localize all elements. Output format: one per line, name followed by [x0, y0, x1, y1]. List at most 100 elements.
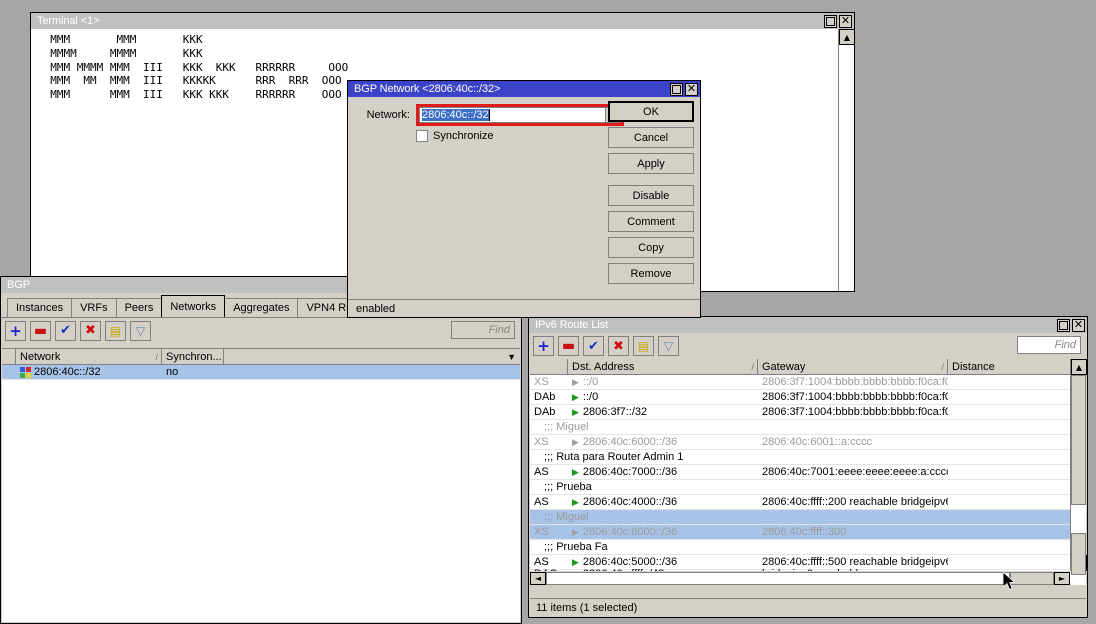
close-icon[interactable]: ✕ [1072, 319, 1085, 332]
find-input[interactable]: Find [1017, 336, 1081, 354]
col-network[interactable]: Network / [16, 349, 162, 364]
terminal-titlebar[interactable]: Terminal <1> ✕ [31, 13, 854, 29]
find-input[interactable]: Find [451, 321, 515, 339]
scroll-thumb-horizontal[interactable] [546, 572, 1010, 585]
col-synchronize[interactable]: Synchron... [162, 349, 224, 364]
comment-row[interactable]: ;;; Prueba [530, 480, 1070, 495]
col-menu[interactable]: ▼ [224, 349, 520, 364]
route-table-area[interactable]: Dst. Address / Gateway / Distance XS▶::/… [530, 359, 1086, 585]
comment-row[interactable]: ;;; Miguel [530, 510, 1070, 525]
desktop-background: Terminal <1> ✕ MMM MMM KKK MMMM MMMM KKK… [0, 0, 1096, 624]
scroll-thumb-lower[interactable] [1071, 533, 1086, 575]
close-icon[interactable]: ✕ [839, 15, 852, 28]
table-row[interactable]: XS▶2806:40c:6000::/362806:40c:6001::a:cc… [530, 435, 1070, 450]
filter-button[interactable]: ▽ [130, 321, 151, 341]
dialog-titlebar[interactable]: BGP Network <2806:40c::/32> ✕ [348, 81, 700, 97]
apply-button[interactable]: Apply [608, 153, 694, 174]
terminal-scrollbar[interactable]: ▲ [838, 29, 854, 291]
add-button[interactable]: + [533, 336, 554, 356]
comment-button[interactable]: Comment [608, 211, 694, 232]
disable-button[interactable]: Disable [608, 185, 694, 206]
scroll-left-icon[interactable]: ◄ [530, 572, 546, 585]
col-dst-address[interactable]: Dst. Address / [568, 359, 758, 374]
scroll-thumb[interactable] [1071, 375, 1086, 505]
table-row[interactable]: DAb▶2806:3f7::/322806:3f7:1004:bbbb:bbbb… [530, 405, 1070, 420]
table-row[interactable]: AS▶2806:40c:4000::/362806:40c:ffff::200 … [530, 495, 1070, 510]
bgp-network-dialog[interactable]: BGP Network <2806:40c::/32> ✕ Network: 2… [347, 80, 701, 318]
copy-button[interactable]: Copy [608, 237, 694, 258]
cancel-button[interactable]: Cancel [608, 127, 694, 148]
scroll-up-icon[interactable]: ▲ [839, 29, 855, 45]
comment-row[interactable]: ;;; Prueba Fa [530, 540, 1070, 555]
synchronize-checkbox[interactable] [416, 130, 428, 142]
remove-button[interactable]: ▬ [558, 336, 579, 356]
dialog-status-text: enabled [356, 303, 395, 315]
cell-dst-address: ▶::/0 [568, 391, 758, 403]
table-row[interactable]: AS▶2806:40c:7000::/362806:40c:7001:eeee:… [530, 465, 1070, 480]
table-header: Dst. Address / Gateway / Distance [530, 359, 1070, 375]
cell-dst-address: ▶2806:40c:4000::/36 [568, 496, 758, 508]
tab-aggregates[interactable]: Aggregates [224, 298, 298, 317]
filter-button[interactable]: ▽ [658, 336, 679, 356]
add-button[interactable]: + [5, 321, 26, 341]
bgp-networks-table[interactable]: Network / Synchron... ▼ 2806:40c::/32 [2, 348, 520, 622]
scroll-track[interactable] [1071, 375, 1086, 555]
comment-row[interactable]: ;;; Ruta para Router Admin 1 [530, 450, 1070, 465]
maximize-icon[interactable] [670, 83, 683, 96]
maximize-icon[interactable] [824, 15, 837, 28]
tab-networks[interactable]: Networks [161, 295, 225, 317]
route-expand-arrow-icon[interactable]: ▶ [572, 437, 579, 448]
dialog-title: BGP Network <2806:40c::/32> [354, 83, 670, 95]
close-icon[interactable]: ✕ [685, 83, 698, 96]
ok-button[interactable]: OK [608, 101, 694, 122]
tab-instances[interactable]: Instances [7, 298, 72, 317]
route-list-toolbar[interactable]: + ▬ ✔ ✖ ▤ ▽ Find [529, 333, 1087, 359]
network-input[interactable]: 2806:40c::/32 [419, 107, 605, 123]
route-rows-container[interactable]: XS▶::/02806:3f7:1004:bbbb:bbbb:bbbb:f0ca… [530, 375, 1070, 579]
tab-peers[interactable]: Peers [116, 298, 163, 317]
cell-flags: AS [530, 496, 568, 508]
disable-button[interactable]: ✖ [608, 336, 629, 356]
cell-gateway: 2806:40c:6001::a:cccc [758, 436, 948, 448]
enable-button[interactable]: ✔ [583, 336, 604, 356]
table-row[interactable]: XS▶::/02806:3f7:1004:bbbb:bbbb:bbbb:f0ca… [530, 375, 1070, 390]
col-gateway[interactable]: Gateway / [758, 359, 948, 374]
table-row[interactable]: XS▶2806:40c:6000::/362806:40c:ffff::300 [530, 525, 1070, 540]
table-row[interactable]: DAb▶::/02806:3f7:1004:bbbb:bbbb:bbbb:f0c… [530, 390, 1070, 405]
maximize-icon[interactable] [1057, 319, 1070, 332]
col-distance[interactable]: Distance [948, 359, 1070, 374]
cell-gateway: 2806:40c:ffff::200 reachable bridgeipv6 [758, 496, 948, 508]
route-expand-arrow-icon[interactable]: ▶ [572, 377, 579, 388]
route-expand-arrow-icon[interactable]: ▶ [572, 392, 579, 403]
scroll-track[interactable] [839, 45, 854, 291]
comment-text: ;;; Prueba Fa [530, 541, 1070, 553]
scroll-up-icon[interactable]: ▲ [1071, 359, 1087, 375]
scroll-right-icon[interactable]: ► [1054, 572, 1070, 585]
remove-button[interactable]: ▬ [30, 321, 51, 341]
disable-button[interactable]: ✖ [80, 321, 101, 341]
cell-flags: XS [530, 526, 568, 538]
chevron-down-icon[interactable]: ▼ [507, 352, 516, 362]
col-flags [530, 359, 568, 374]
comment-row[interactable]: ;;; Miguel [530, 420, 1070, 435]
table-row[interactable]: 2806:40c::/32 no [2, 365, 520, 380]
route-expand-arrow-icon[interactable]: ▶ [572, 467, 579, 478]
dialog-buttons[interactable]: OK Cancel Apply Disable Comment Copy Rem… [608, 101, 694, 289]
route-list-titlebar[interactable]: IPv6 Route List ✕ [529, 317, 1087, 333]
tab-vrfs[interactable]: VRFs [71, 298, 117, 317]
comment-button[interactable]: ▤ [105, 321, 126, 341]
route-expand-arrow-icon[interactable]: ▶ [572, 497, 579, 508]
bgp-window[interactable]: BGP Instances VRFs Peers Networks Aggreg… [0, 276, 522, 624]
route-list-title: IPv6 Route List [535, 319, 1057, 331]
route-expand-arrow-icon[interactable]: ▶ [572, 407, 579, 418]
bgp-toolbar[interactable]: + ▬ ✔ ✖ ▤ ▽ Find [1, 317, 521, 343]
route-horizontal-scrollbar[interactable]: ◄ ► [530, 571, 1070, 585]
remove-button[interactable]: Remove [608, 263, 694, 284]
enable-button[interactable]: ✔ [55, 321, 76, 341]
route-expand-arrow-icon[interactable]: ▶ [572, 557, 579, 568]
table-header: Network / Synchron... ▼ [2, 349, 520, 365]
comment-button[interactable]: ▤ [633, 336, 654, 356]
cell-dst-address: ▶2806:40c:7000::/36 [568, 466, 758, 478]
route-vertical-scrollbar[interactable]: ▲ ▼ [1070, 359, 1086, 571]
route-expand-arrow-icon[interactable]: ▶ [572, 527, 579, 538]
